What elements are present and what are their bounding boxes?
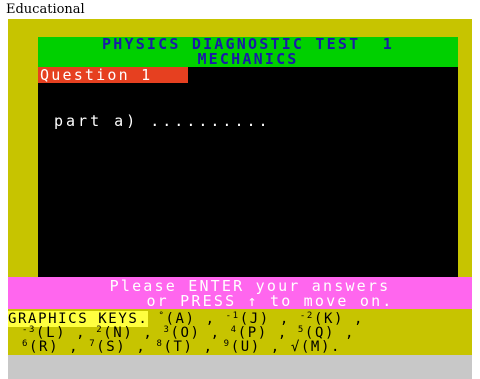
game-screen: PHYSICS DIAGNOSTIC TEST 1 MECHANICS Ques… — [8, 19, 472, 379]
caption-text: Educational — [6, 2, 85, 17]
question-label: Question 1 — [38, 67, 188, 83]
key-hint: √(M). — [290, 339, 342, 355]
graphics-keys-row-3: 6(R) , 7(S) , 8(T) , 9(U) , √(M). — [22, 337, 341, 354]
title-bar: PHYSICS DIAGNOSTIC TEST 1 MECHANICS — [38, 37, 458, 67]
footer-bar — [8, 355, 472, 379]
answer-prompt[interactable]: part a) .......... — [54, 113, 271, 129]
key-hint: 8(T) , — [156, 339, 214, 355]
key-hint: 7(S) , — [89, 339, 147, 355]
instruction-line-2: or PRESS ↑ to move on. — [146, 292, 394, 310]
question-area[interactable] — [38, 67, 458, 279]
title-line-2: MECHANICS — [197, 50, 299, 68]
instruction-bar: Please ENTER your answers or PRESS ↑ to … — [8, 277, 472, 309]
key-hint: 9(U) , — [223, 339, 281, 355]
graphics-keys-panel: GRAPHICS KEYS. °(A) , -1(J) , -2(K) , -3… — [8, 309, 472, 354]
key-hint: 6(R) , — [22, 339, 80, 355]
